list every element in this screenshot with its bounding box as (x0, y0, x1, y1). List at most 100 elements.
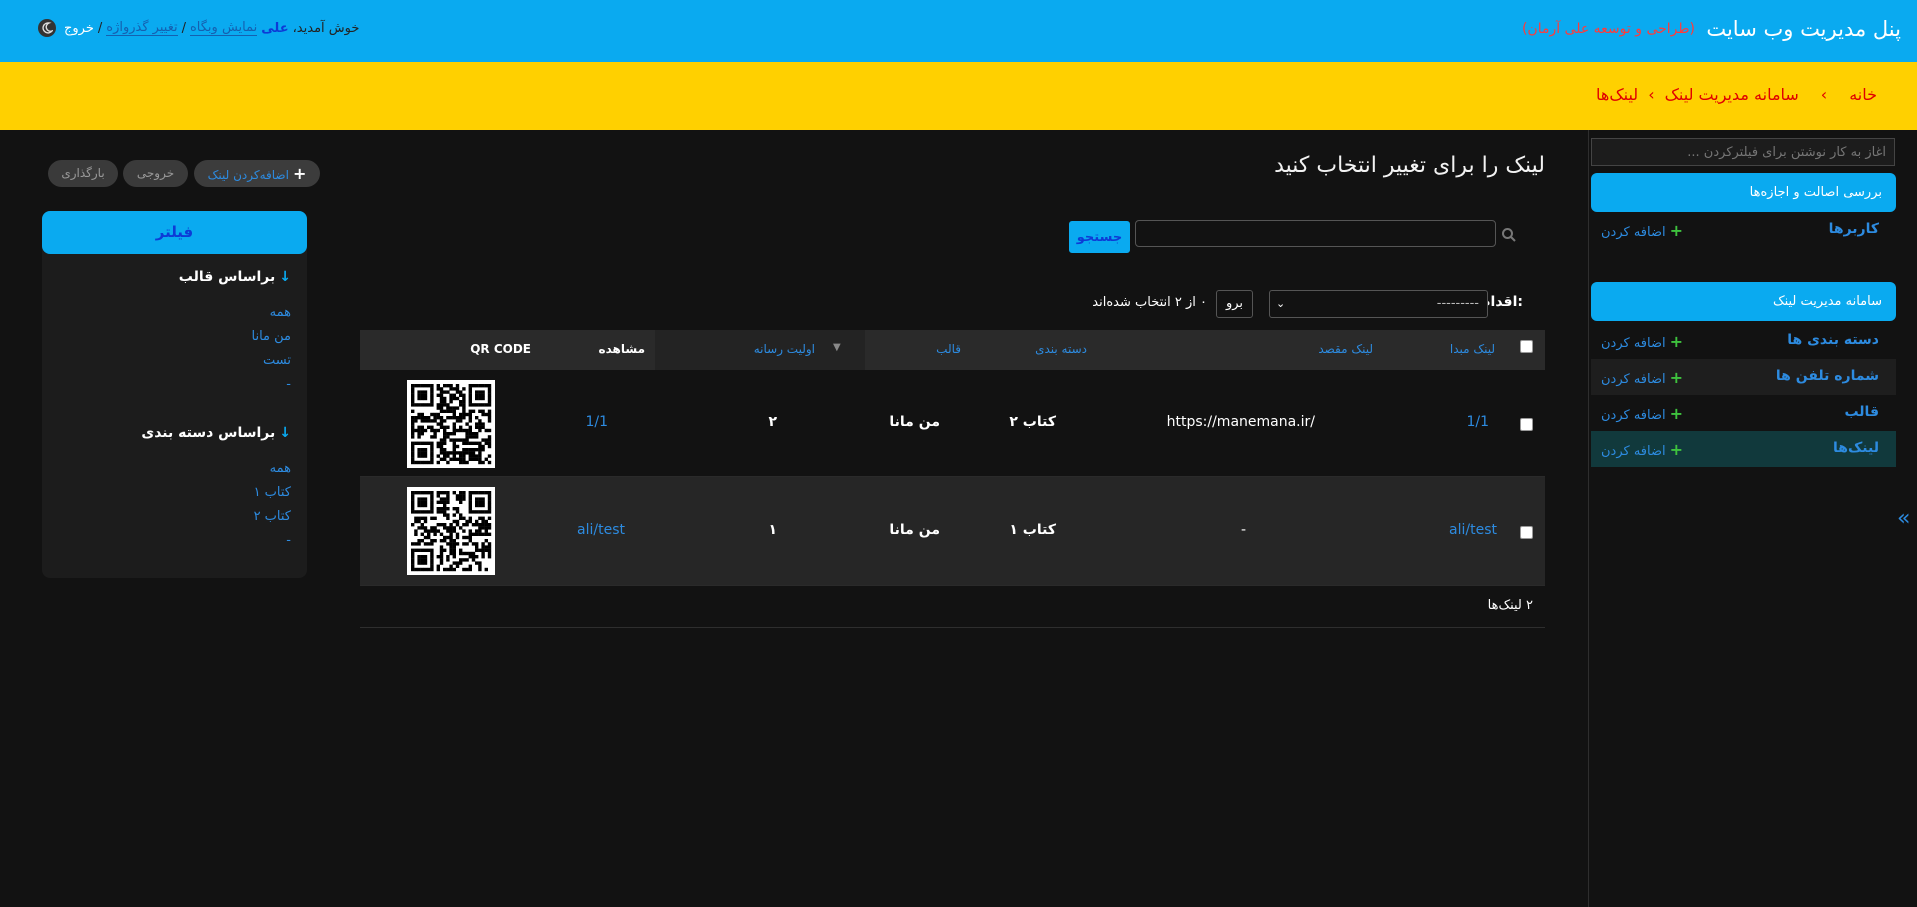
sidebar-item-label[interactable]: قالب (1844, 404, 1879, 420)
cell-priority: ۱ (768, 522, 777, 538)
cell-view-link[interactable]: 1/1 (585, 414, 608, 430)
column-header-target[interactable]: لینک مقصد (1318, 342, 1373, 356)
change-password-link[interactable]: تغییر گذرواژه (106, 20, 178, 36)
module-auth-caption[interactable]: بررسی اصالت و اجازه‌ها (1591, 173, 1896, 212)
arrow-down-icon: ↓ (279, 425, 291, 441)
breadcrumb-current: لینک‌ها (1596, 85, 1639, 104)
add-label: اضافه کردن (1601, 225, 1666, 240)
filter-heading-label: براساس قالب (178, 269, 276, 285)
import-button[interactable]: بارگذاری (48, 160, 118, 187)
add-label: اضافه کردن (1601, 444, 1666, 459)
chevron-down-icon: ⌄ (1276, 297, 1286, 310)
sidebar-item-phones: شماره تلفن ها +اضافه کردن (1591, 359, 1896, 395)
filter-title: فیلتر (42, 211, 307, 254)
cell-target: https://manemana.ir/ (1166, 414, 1315, 430)
separator: / (97, 20, 103, 36)
column-header-category[interactable]: دسته بندی (1035, 342, 1087, 356)
filter-heading-template: ↓براساس قالب (179, 269, 291, 285)
cell-source[interactable]: 1/1 (1466, 414, 1489, 430)
row-checkbox[interactable] (1520, 526, 1533, 539)
plus-icon: + (292, 164, 307, 183)
column-header-source[interactable]: لینک مبدا (1450, 342, 1495, 356)
action-selected-value: --------- (1436, 296, 1479, 311)
toggle-sidebar-icon[interactable]: « (1897, 506, 1910, 531)
sidebar-item-label[interactable]: لینک‌ها (1833, 440, 1879, 456)
go-button[interactable]: برو (1216, 290, 1253, 318)
column-header-priority[interactable]: اولیت رسانه (754, 342, 815, 356)
table-row: ali/test - کتاب ۱ من مانا ۱ ali/test (360, 477, 1545, 586)
sort-descending-icon[interactable]: ▼ (833, 342, 841, 353)
column-header-template[interactable]: قالب (936, 342, 961, 356)
username: علی (261, 20, 289, 36)
filter-option[interactable]: من مانا (252, 329, 292, 344)
cell-template: من مانا (889, 522, 940, 538)
plus-icon: + (1669, 221, 1684, 240)
filter-option[interactable]: - (286, 533, 291, 548)
search-input[interactable] (1135, 220, 1496, 247)
site-credit: (طراحی و توسعه علی آرمان) (1521, 21, 1695, 37)
filter-heading-category: ↓براساس دسته بندی (141, 425, 291, 441)
sidebar-item-users: کاربرها +اضافه کردن (1591, 212, 1896, 248)
add-link[interactable]: +اضافه کردن (1601, 368, 1683, 387)
breadcrumb-home[interactable]: خانه (1849, 85, 1877, 104)
page-title: لینک را برای تغییر انتخاب کنید (1274, 153, 1545, 178)
table-header: لینک مبدا لینک مقصد دسته بندی قالب اولیت… (360, 330, 1545, 370)
moon-icon[interactable] (38, 19, 56, 37)
filter-panel: فیلتر ↓براساس قالب همه من مانا تست - ↓بر… (42, 211, 307, 578)
user-tools: خوش آمدید، علی نمایش وبگاه / تغییر گذروا… (38, 19, 359, 37)
arrow-down-icon: ↓ (279, 269, 291, 285)
action-select[interactable]: --------- ⌄ (1269, 290, 1488, 318)
search-icon (1501, 227, 1517, 247)
table-row: 1/1 https://manemana.ir/ کتاب ۲ من مانا … (360, 370, 1545, 477)
column-header-view: مشاهده (598, 342, 645, 356)
add-link[interactable]: +اضافه کردن (1601, 221, 1683, 240)
cell-category: کتاب ۲ (1009, 414, 1056, 430)
filter-option[interactable]: کتاب ۱ (254, 485, 291, 500)
qr-code-image (407, 380, 495, 468)
add-link[interactable]: +اضافه کردن (1601, 440, 1683, 459)
logout-link[interactable]: خروج (64, 21, 94, 36)
select-all-checkbox[interactable] (1520, 340, 1533, 353)
search-button[interactable]: جستجو (1069, 221, 1130, 253)
cell-source[interactable]: ali/test (1449, 522, 1497, 538)
sidebar-item-label[interactable]: شماره تلفن ها (1776, 368, 1879, 384)
sidebar-item-label[interactable]: کاربرها (1829, 221, 1879, 237)
header: پنل مدیریت وب سایت (طراحی و توسعه علی آر… (0, 0, 1917, 62)
plus-icon: + (1669, 332, 1684, 351)
sidebar-item-categories: دسته بندی ها +اضافه کردن (1591, 323, 1896, 359)
column-header-qr: QR CODE (470, 342, 531, 356)
add-link[interactable]: +اضافه کردن (1601, 404, 1683, 423)
paginator: ۲ لینک‌ها (360, 586, 1545, 628)
row-checkbox[interactable] (1520, 418, 1533, 431)
nav-filter-input[interactable] (1591, 138, 1895, 166)
breadcrumb-separator: › (1820, 85, 1828, 104)
export-button[interactable]: خروجی (123, 160, 188, 187)
add-link-button[interactable]: +اضافه‌کردن لینک (194, 160, 320, 187)
plus-icon: + (1669, 440, 1684, 459)
module-app-caption[interactable]: سامانه مدیریت لینک (1591, 282, 1896, 321)
breadcrumb-separator: › (1648, 85, 1655, 104)
cell-priority: ۲ (768, 414, 777, 430)
view-site-link[interactable]: نمایش وبگاه (189, 20, 258, 36)
filter-option[interactable]: همه (270, 305, 291, 320)
qr-code-image (407, 487, 495, 575)
cell-target: - (1240, 522, 1246, 538)
breadcrumb-app[interactable]: سامانه مدیریت لینک (1665, 85, 1799, 104)
sidebar-item-label[interactable]: دسته بندی ها (1787, 332, 1879, 348)
cell-view-link[interactable]: ali/test (577, 522, 625, 538)
filter-option[interactable]: کتاب ۲ (254, 509, 291, 524)
add-label: اضافه کردن (1601, 372, 1666, 387)
welcome-text: خوش آمدید، (292, 20, 360, 36)
add-label: اضافه کردن (1601, 336, 1666, 351)
filter-option[interactable]: همه (270, 461, 291, 476)
sidebar-item-templates: قالب +اضافه کردن (1591, 395, 1896, 431)
filter-option[interactable]: - (286, 377, 291, 392)
add-link[interactable]: +اضافه کردن (1601, 332, 1683, 351)
action-counter: ۰ از ۲ انتخاب شده‌اند (1092, 295, 1207, 310)
cell-template: من مانا (889, 414, 940, 430)
filter-option[interactable]: تست (263, 353, 291, 368)
site-name[interactable]: پنل مدیریت وب سایت (1706, 17, 1901, 41)
add-link-label: اضافه‌کردن لینک (207, 168, 289, 182)
breadcrumb: خانه › سامانه مدیریت لینک › لینک‌ها (0, 62, 1917, 130)
sidebar-item-links: لینک‌ها +اضافه کردن (1591, 431, 1896, 467)
